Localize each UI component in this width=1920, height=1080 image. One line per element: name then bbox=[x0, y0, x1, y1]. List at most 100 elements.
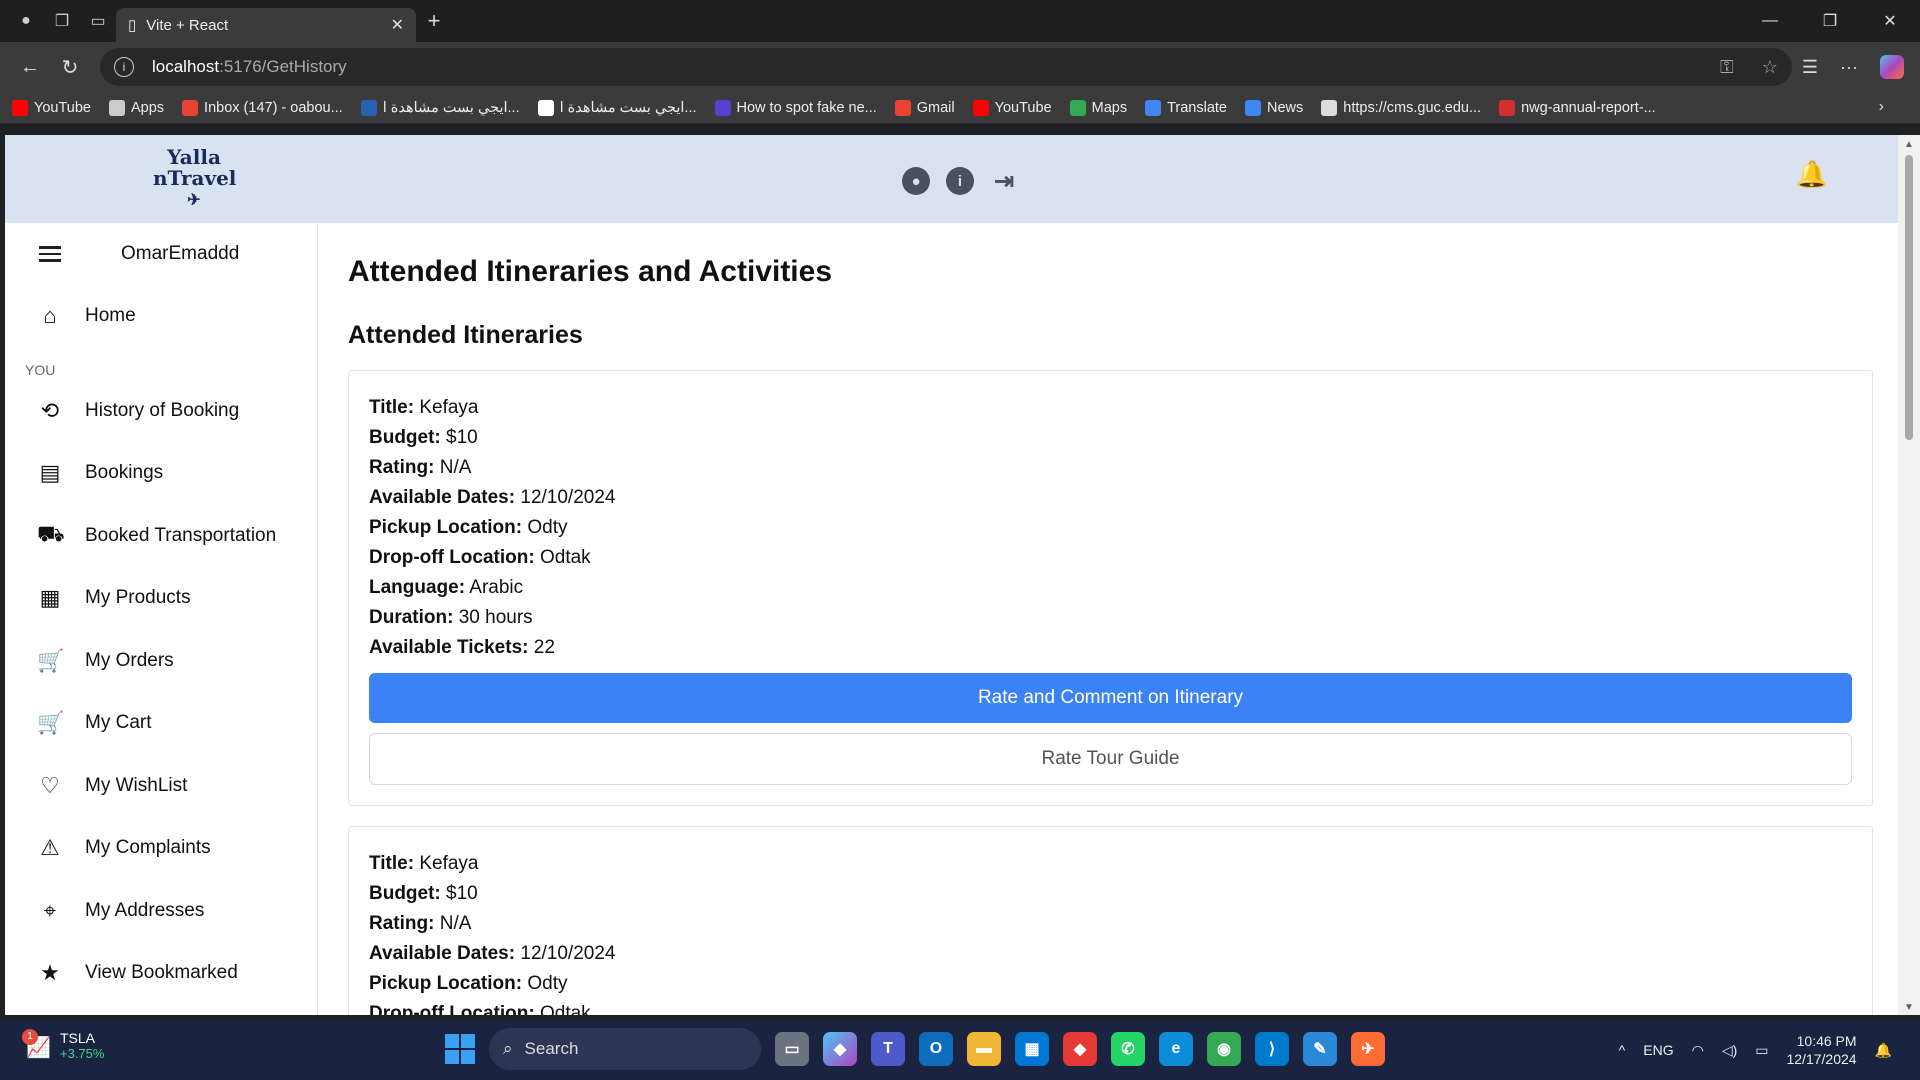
teams-icon[interactable]: T bbox=[871, 1032, 905, 1066]
close-tab-icon[interactable]: ✕ bbox=[391, 15, 404, 35]
sidebar-item-my-wishlist[interactable]: ♡ My WishList bbox=[5, 755, 317, 818]
field-pickup: Pickup Location: Odty bbox=[369, 513, 1852, 543]
rate-itinerary-button[interactable]: Rate and Comment on Itinerary bbox=[369, 673, 1852, 723]
bookmark-item[interactable]: Inbox (147) - oabou... bbox=[182, 99, 343, 116]
user-profile-icon[interactable]: ● bbox=[902, 167, 930, 195]
sidebar-item-label: View Bookmarked bbox=[85, 962, 238, 984]
field-tickets: Available Tickets: 22 bbox=[369, 633, 1852, 663]
tab-actions-icon[interactable]: ▭ bbox=[80, 0, 116, 42]
favorites-icon[interactable]: ☰ bbox=[1802, 57, 1818, 78]
reload-button[interactable]: ↻ bbox=[50, 47, 90, 87]
page-scrollbar[interactable]: ▲ ▼ bbox=[1898, 135, 1920, 1015]
field-value: 22 bbox=[533, 637, 555, 658]
sidebar-item-label: My Cart bbox=[85, 712, 152, 734]
field-pickup: Pickup Location: Odty bbox=[369, 969, 1852, 999]
field-title: Title: Kefaya bbox=[369, 849, 1852, 879]
key-icon[interactable]: ⚿ bbox=[1720, 57, 1734, 78]
folder-icon[interactable]: ▬ bbox=[967, 1032, 1001, 1066]
url-input[interactable]: i localhost:5176/GetHistory ⚿ ☆ bbox=[100, 48, 1792, 86]
clock[interactable]: 10:46 PM 12/17/2024 bbox=[1786, 1032, 1856, 1068]
sidebar-item-home[interactable]: ⌂ Home bbox=[5, 285, 317, 348]
sidebar-item-label: History of Booking bbox=[85, 399, 240, 421]
bookmark-item[interactable]: Gmail bbox=[894, 99, 955, 116]
bookmark-item[interactable]: Apps bbox=[108, 99, 164, 116]
restore-button[interactable]: ❐ bbox=[1800, 0, 1860, 42]
sidebar-item-label: My Complaints bbox=[85, 837, 211, 859]
bookmark-item[interactable]: nwg-annual-report-... bbox=[1499, 99, 1656, 116]
bookmark-item[interactable]: News bbox=[1245, 99, 1303, 116]
notification-icon[interactable]: 🔔 bbox=[1875, 1042, 1892, 1059]
sidebar-item-bookings[interactable]: ▤ Bookings bbox=[5, 442, 317, 505]
sidebar-item-booked-transportation[interactable]: ⛟ Booked Transportation bbox=[5, 505, 317, 568]
more-menu-icon[interactable]: ··· bbox=[1840, 57, 1858, 78]
field-value: Arabic bbox=[469, 577, 524, 598]
vscode-icon[interactable]: ⟩ bbox=[1255, 1032, 1289, 1066]
sidebar-item-history-of-booking[interactable]: ⟲ History of Booking bbox=[5, 380, 317, 443]
sidebar-item-view-bookmarked[interactable]: ★ View Bookmarked bbox=[5, 942, 317, 1005]
rate-tour-guide-button[interactable]: Rate Tour Guide bbox=[369, 733, 1852, 785]
anydesk-icon[interactable]: ◆ bbox=[1063, 1032, 1097, 1066]
bookmarks-more-icon[interactable]: › bbox=[1879, 98, 1884, 116]
bookmark-item[interactable]: How to spot fake ne... bbox=[714, 99, 877, 116]
chrome-icon[interactable]: ◉ bbox=[1207, 1032, 1241, 1066]
scroll-up-icon[interactable]: ▲ bbox=[1904, 139, 1914, 150]
battery-icon[interactable]: ▭ bbox=[1755, 1042, 1768, 1059]
bookmark-item[interactable]: ايجي بست مشاهدة ا... bbox=[360, 99, 520, 116]
copilot-icon[interactable] bbox=[1880, 55, 1904, 79]
browser-tab[interactable]: ▯ Vite + React ✕ bbox=[116, 8, 416, 42]
sidebar-item-label: Home bbox=[85, 305, 136, 327]
field-rating: Rating: N/A bbox=[369, 453, 1852, 483]
paint-icon[interactable]: ✎ bbox=[1303, 1032, 1337, 1066]
sidebar-item-my-complaints[interactable]: ⚠ My Complaints bbox=[5, 817, 317, 880]
stock-widget[interactable]: 📈 1 TSLA +3.75% bbox=[22, 1028, 104, 1061]
close-window-button[interactable]: ✕ bbox=[1860, 0, 1920, 42]
bookmark-item[interactable]: Maps bbox=[1069, 99, 1127, 116]
store-icon[interactable]: ▦ bbox=[1015, 1032, 1049, 1066]
wifi-icon[interactable]: ◠ bbox=[1692, 1042, 1704, 1059]
bookmark-item[interactable]: YouTube bbox=[12, 99, 91, 116]
profile-icon[interactable]: ● bbox=[8, 0, 44, 42]
postman-icon[interactable]: ✈ bbox=[1351, 1032, 1385, 1066]
taskbar-search[interactable]: ⌕ Search bbox=[489, 1028, 761, 1070]
start-button[interactable] bbox=[445, 1034, 475, 1064]
back-button[interactable]: ← bbox=[10, 47, 50, 87]
field-value: $10 bbox=[446, 883, 478, 904]
whatsapp-icon[interactable]: ✆ bbox=[1111, 1032, 1145, 1066]
bookmark-item[interactable]: ايجي بست مشاهدة ا... bbox=[537, 99, 697, 116]
bookmark-favicon-icon bbox=[1321, 99, 1338, 116]
field-value: N/A bbox=[439, 457, 472, 478]
hamburger-menu-icon[interactable] bbox=[39, 242, 61, 266]
tray-chevron-icon[interactable]: ^ bbox=[1619, 1042, 1626, 1058]
sidebar-item-icon: ▤ bbox=[39, 460, 61, 486]
sidebar-item-my-addresses[interactable]: ⌖ My Addresses bbox=[5, 880, 317, 943]
field-dates: Available Dates: 12/10/2024 bbox=[369, 483, 1852, 513]
workspaces-icon[interactable]: ❐ bbox=[44, 0, 80, 42]
field-language: Language: Arabic bbox=[369, 573, 1852, 603]
bookmark-item[interactable]: YouTube bbox=[972, 99, 1052, 116]
language-indicator[interactable]: ENG bbox=[1643, 1042, 1673, 1058]
copilot-app-icon[interactable]: ◆ bbox=[823, 1032, 857, 1066]
site-info-icon[interactable]: i bbox=[114, 57, 134, 77]
bell-icon[interactable]: 🔔 bbox=[1796, 159, 1828, 190]
field-value: N/A bbox=[439, 913, 472, 934]
logo[interactable]: Yalla nTravel ✈ bbox=[153, 147, 236, 217]
sidebar-item-my-cart[interactable]: 🛒 My Cart bbox=[5, 692, 317, 755]
scroll-down-icon[interactable]: ▼ bbox=[1904, 1002, 1914, 1013]
sidebar-item-icon: 🛒 bbox=[37, 647, 65, 673]
bookmark-item[interactable]: Translate bbox=[1145, 99, 1227, 116]
favorite-star-icon[interactable]: ☆ bbox=[1762, 57, 1778, 78]
new-tab-button[interactable]: + bbox=[416, 8, 452, 34]
field-label: Rating: bbox=[369, 457, 435, 478]
volume-icon[interactable]: ◁) bbox=[1722, 1042, 1737, 1059]
file-explorer-icon[interactable]: ▭ bbox=[775, 1032, 809, 1066]
bookmark-item[interactable]: https://cms.guc.edu... bbox=[1321, 99, 1481, 116]
scrollbar-thumb[interactable] bbox=[1905, 155, 1913, 440]
sidebar-item-my-orders[interactable]: 🛒 My Orders bbox=[5, 630, 317, 693]
field-value: Odty bbox=[527, 973, 568, 994]
info-icon[interactable]: i bbox=[946, 167, 974, 195]
outlook-icon[interactable]: O bbox=[919, 1032, 953, 1066]
minimize-button[interactable]: — bbox=[1740, 0, 1800, 42]
logout-icon[interactable]: ⇥ bbox=[990, 167, 1018, 195]
sidebar-item-my-products[interactable]: ▦ My Products bbox=[5, 567, 317, 630]
edge-icon[interactable]: e bbox=[1159, 1032, 1193, 1066]
